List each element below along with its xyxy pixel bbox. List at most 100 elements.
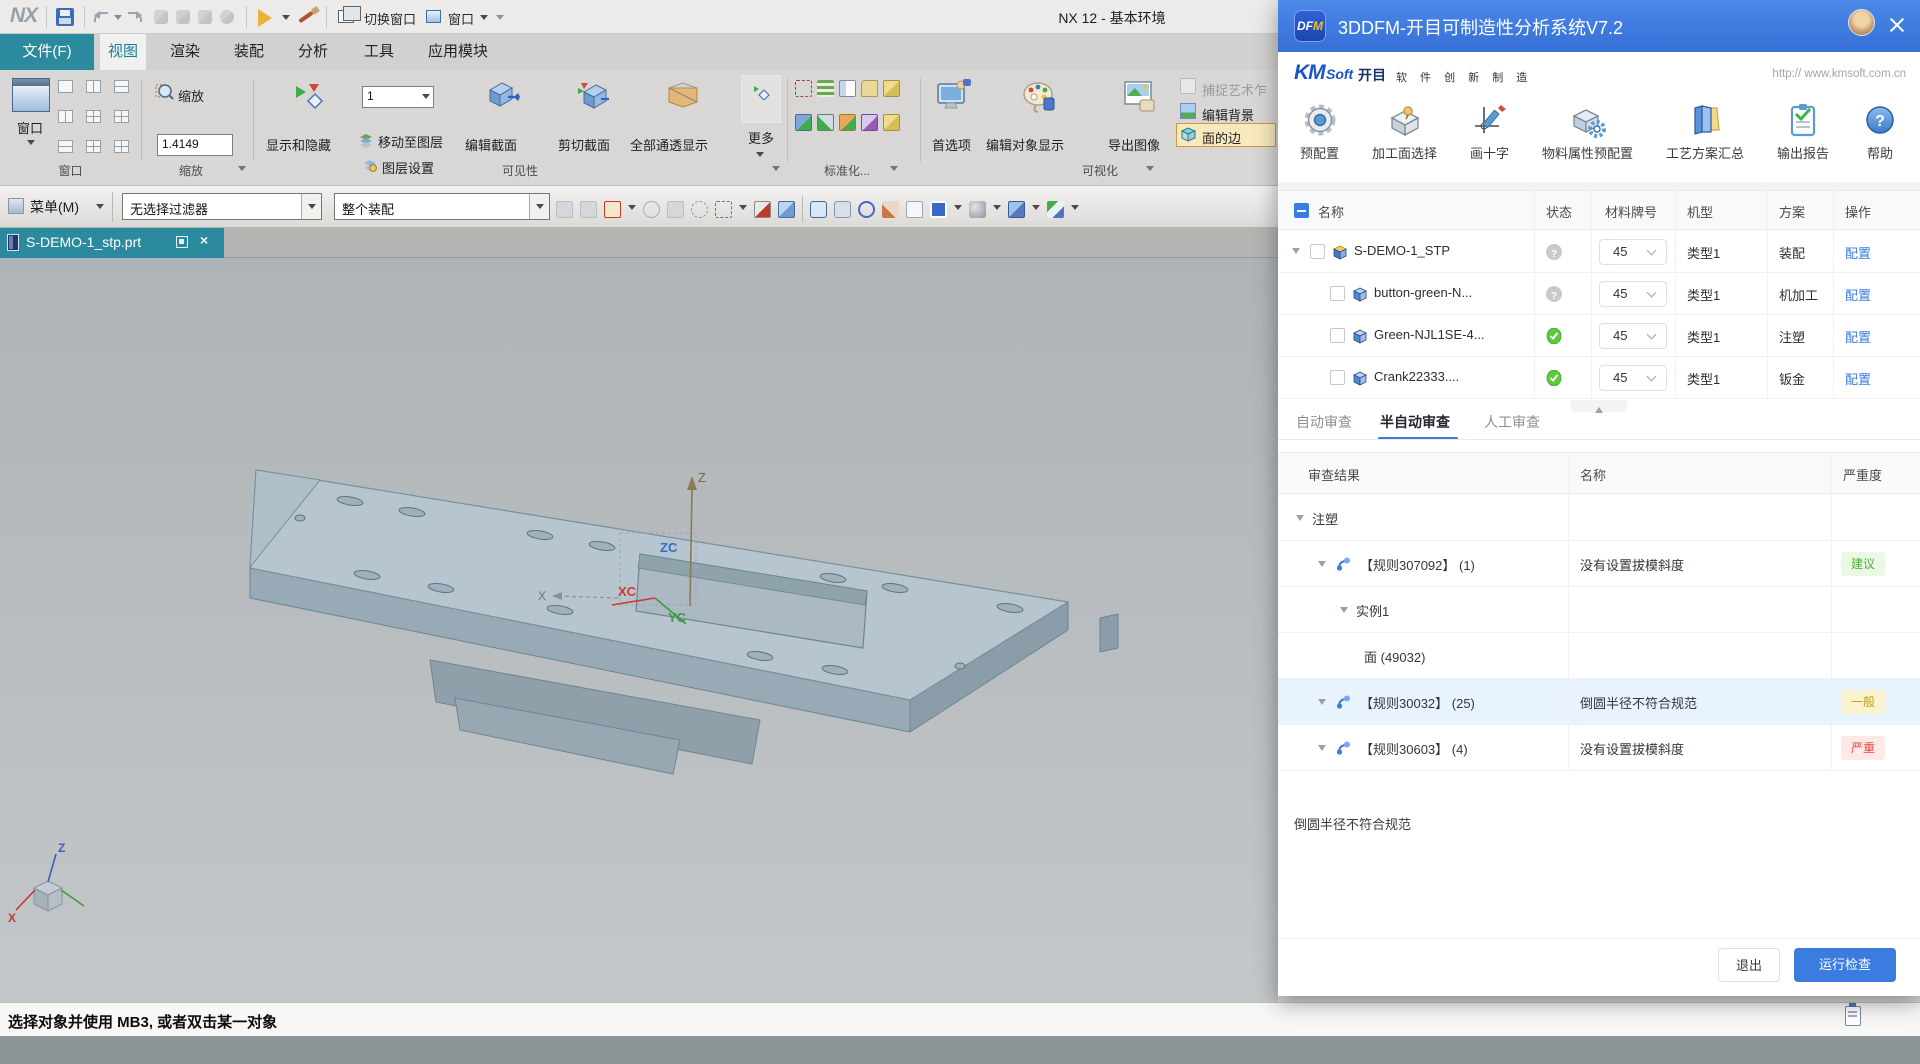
edit-section-icon[interactable] <box>486 80 520 110</box>
shaded-style-dropdown-icon[interactable] <box>993 205 1001 214</box>
switch-window-button[interactable]: 切换窗口 <box>364 9 416 28</box>
exit-button[interactable]: 退出 <box>1718 948 1780 982</box>
edit-background-label[interactable]: 编辑背景 <box>1202 105 1254 124</box>
check-tool-icon[interactable] <box>817 114 834 131</box>
show-through-icon[interactable] <box>666 80 700 110</box>
layout-left-split-icon[interactable] <box>58 110 73 123</box>
result-rule-row[interactable]: 【规则307092】 (1) 没有设置拔模斜度 建议 <box>1278 541 1920 587</box>
layout-bottom-split-icon[interactable] <box>58 140 73 153</box>
shaded-box-icon[interactable] <box>754 201 771 218</box>
face-edges-icon[interactable] <box>1180 126 1197 143</box>
table-view-icon[interactable] <box>839 80 856 97</box>
rotate-view-icon[interactable] <box>858 201 875 218</box>
more-label[interactable]: 更多 <box>748 128 774 147</box>
material-property-button[interactable]: 物料属性预配置 <box>1542 102 1633 182</box>
machining-face-button[interactable]: 加工面选择 <box>1372 102 1437 182</box>
window-button[interactable]: 窗口 <box>448 9 474 28</box>
menu-tab-view[interactable]: 视图 <box>100 34 146 70</box>
part-row[interactable]: S-DEMO-1_STP 45 类型1 装配 配置 <box>1278 231 1920 273</box>
preconfig-button[interactable]: 预配置 <box>1300 102 1339 182</box>
preferences-label[interactable]: 首选项 <box>932 135 971 154</box>
view-triad[interactable]: Z X <box>8 841 84 925</box>
save-icon[interactable] <box>56 8 74 26</box>
layout-single-icon[interactable] <box>58 80 73 93</box>
zoom-value-input[interactable]: 1.4149 <box>157 134 233 156</box>
layout-three-col-icon[interactable] <box>114 140 129 153</box>
menu-file[interactable]: 文件(F) <box>0 34 94 70</box>
layers-stack-icon[interactable] <box>817 80 834 97</box>
layout-two-col-icon[interactable] <box>86 80 101 93</box>
run-check-button[interactable]: 运行检查 <box>1794 948 1896 982</box>
circle-snap-icon[interactable] <box>691 201 708 218</box>
capture-art-icon[interactable] <box>1180 78 1196 94</box>
toolbar-overflow-icon[interactable] <box>496 15 504 24</box>
window-dropdown-icon[interactable] <box>27 140 35 149</box>
result-rule-row-selected[interactable]: 【规则30032】 (25) 倒圆半径不符合规范 一般 <box>1278 679 1920 725</box>
visualization-group-dropdown-icon[interactable] <box>1146 166 1154 175</box>
clip-section-label[interactable]: 剪切截面 <box>558 135 610 154</box>
menu-tab-tools[interactable]: 工具 <box>356 34 402 70</box>
menu-button[interactable]: 菜单(M) <box>30 197 79 217</box>
blocks-icon[interactable] <box>883 80 900 97</box>
clip-section-icon[interactable] <box>576 80 610 110</box>
selection-set-icon[interactable] <box>795 80 812 97</box>
move-to-layer-label[interactable]: 移动至图层 <box>378 132 443 151</box>
tag-icon[interactable] <box>861 80 878 97</box>
tab-semi-auto-review[interactable]: 半自动审查 <box>1380 412 1450 432</box>
display-style-icon[interactable] <box>1008 201 1025 218</box>
user-avatar[interactable] <box>1848 9 1875 36</box>
configure-link[interactable]: 配置 <box>1845 327 1871 346</box>
snap-point-icon[interactable] <box>604 201 621 218</box>
redo-icon[interactable] <box>128 12 142 22</box>
layer-combo[interactable]: 1 <box>362 86 434 108</box>
compass-icon[interactable] <box>220 10 234 24</box>
row-checkbox[interactable] <box>1330 370 1345 385</box>
layout-mixed-icon[interactable] <box>86 140 101 153</box>
dfm-title-bar[interactable]: DFM 3DDFM-开目可制造性分析系统V7.2 <box>1278 0 1920 52</box>
export-image-icon[interactable] <box>1122 78 1156 114</box>
selection-rectangle-icon[interactable] <box>715 201 732 218</box>
selection-scope-dropdown-icon[interactable] <box>529 194 549 219</box>
menu-tab-assembly[interactable]: 装配 <box>226 34 272 70</box>
selection-scope-dropdown[interactable]: 整个装配 <box>334 193 550 220</box>
selection-filter-dropdown[interactable]: 无选择过滤器 <box>122 193 322 220</box>
material-select[interactable]: 45 <box>1599 323 1667 349</box>
result-face-row[interactable]: 面 (49032) <box>1278 633 1920 679</box>
menu-icon[interactable] <box>8 198 24 214</box>
expand-icon[interactable] <box>1292 248 1300 258</box>
undo-icon[interactable] <box>94 12 108 22</box>
display-style-dropdown-icon[interactable] <box>1032 205 1040 214</box>
shaded-style-icon[interactable] <box>969 201 986 218</box>
layout-grid-icon[interactable] <box>114 110 129 123</box>
window-button-label[interactable]: 窗口 <box>17 118 43 137</box>
close-tab-icon[interactable]: × <box>200 232 208 248</box>
expand-icon[interactable] <box>1318 561 1326 571</box>
clipboard-status-icon[interactable] <box>1845 1006 1861 1026</box>
layout-two-row-icon[interactable] <box>114 80 129 93</box>
configure-link[interactable]: 配置 <box>1845 369 1871 388</box>
grid-style-icon[interactable] <box>930 201 947 218</box>
draw-cross-button[interactable]: 画十字 <box>1470 102 1509 182</box>
window-layout-icon[interactable] <box>12 78 50 112</box>
part-check-icon[interactable] <box>839 114 856 131</box>
rotate-point-icon[interactable] <box>643 201 660 218</box>
material-select[interactable]: 45 <box>1599 239 1667 265</box>
process-summary-button[interactable]: 工艺方案汇总 <box>1666 102 1744 182</box>
tab-auto-review[interactable]: 自动审查 <box>1296 412 1352 432</box>
command-finder-dropdown-icon[interactable] <box>282 15 290 24</box>
material-select[interactable]: 45 <box>1599 281 1667 307</box>
graphics-viewport[interactable]: Z X XC YC ZC Z X <box>0 258 1278 1002</box>
menu-dropdown-icon[interactable] <box>96 204 104 213</box>
pan-icon[interactable] <box>834 201 851 218</box>
result-rule-row[interactable]: 【规则30603】 (4) 没有设置拔模斜度 严重 <box>1278 725 1920 771</box>
close-panel-icon[interactable] <box>1888 16 1906 34</box>
show-hide-icon[interactable] <box>294 80 326 110</box>
configure-link[interactable]: 配置 <box>1845 285 1871 304</box>
assembly-constraint-icon[interactable] <box>556 201 573 218</box>
render-style-icon[interactable] <box>1047 201 1064 218</box>
zoom-button-label[interactable]: 缩放 <box>178 86 204 105</box>
copy-icon[interactable] <box>176 10 190 24</box>
edit-box-icon[interactable] <box>861 114 878 131</box>
menu-tab-render[interactable]: 渲染 <box>162 34 208 70</box>
expand-icon[interactable] <box>1318 745 1326 755</box>
